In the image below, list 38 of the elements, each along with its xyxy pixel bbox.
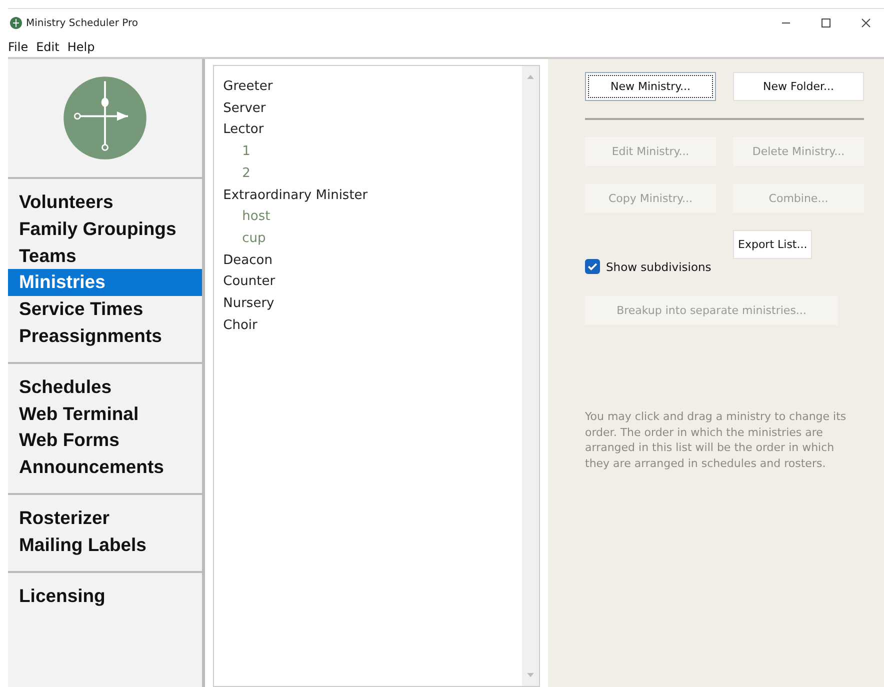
nav-item[interactable]: Web Terminal xyxy=(8,400,202,428)
nav-item[interactable]: Mailing Labels xyxy=(8,532,202,559)
list-item[interactable]: 2 xyxy=(223,162,522,185)
list-item[interactable]: Lector xyxy=(223,119,522,142)
close-icon[interactable] xyxy=(861,18,871,28)
menu-item[interactable]: File xyxy=(8,40,28,54)
nav-item[interactable]: Volunteers xyxy=(8,189,202,216)
list-item[interactable]: cup xyxy=(223,228,522,250)
menu-item[interactable]: Help xyxy=(67,40,95,54)
list-item[interactable]: Counter xyxy=(223,271,522,294)
checkbox-label[interactable]: Show subdivisions xyxy=(606,260,712,274)
action-button[interactable]: New Ministry... xyxy=(585,72,716,101)
list-item[interactable]: Server xyxy=(223,98,522,120)
nav-item[interactable]: Preassignments xyxy=(8,322,202,350)
nav-item[interactable]: Rosterizer xyxy=(8,504,202,532)
action-button[interactable]: New Folder... xyxy=(733,72,864,101)
maximize-icon[interactable] xyxy=(821,18,831,28)
menu-item[interactable]: Edit xyxy=(36,40,60,54)
nav-item[interactable]: Family Groupings xyxy=(8,216,202,243)
window-title: Ministry Scheduler Pro xyxy=(26,18,138,28)
nav-item[interactable]: Schedules xyxy=(8,374,202,401)
list-item[interactable]: 1 xyxy=(223,141,522,163)
nav-item[interactable]: Service Times xyxy=(8,296,202,323)
nav-item[interactable]: Announcements xyxy=(8,454,202,481)
nav-item[interactable]: Teams xyxy=(8,242,202,270)
export-button[interactable]: Export List... xyxy=(733,230,812,259)
nav-item[interactable]: Licensing xyxy=(8,582,202,610)
list-item[interactable]: Choir xyxy=(223,314,522,336)
nav-item[interactable]: Ministries xyxy=(8,269,202,296)
nav-item[interactable]: Web Forms xyxy=(8,427,202,454)
list-item[interactable]: Greeter xyxy=(223,76,522,98)
help-text: You may click and drag a ministry to change its order. The order in which the ministries are arranged in this list will be the order in which they are arranged in schedules and rosters. xyxy=(585,409,847,471)
list-item[interactable]: host xyxy=(223,206,522,228)
checkbox[interactable] xyxy=(585,259,600,274)
app-icon xyxy=(10,17,22,29)
list-item[interactable]: Deacon xyxy=(223,250,522,272)
list-item[interactable]: Nursery xyxy=(223,293,522,315)
list-item[interactable]: Extraordinary Minister xyxy=(223,184,522,206)
